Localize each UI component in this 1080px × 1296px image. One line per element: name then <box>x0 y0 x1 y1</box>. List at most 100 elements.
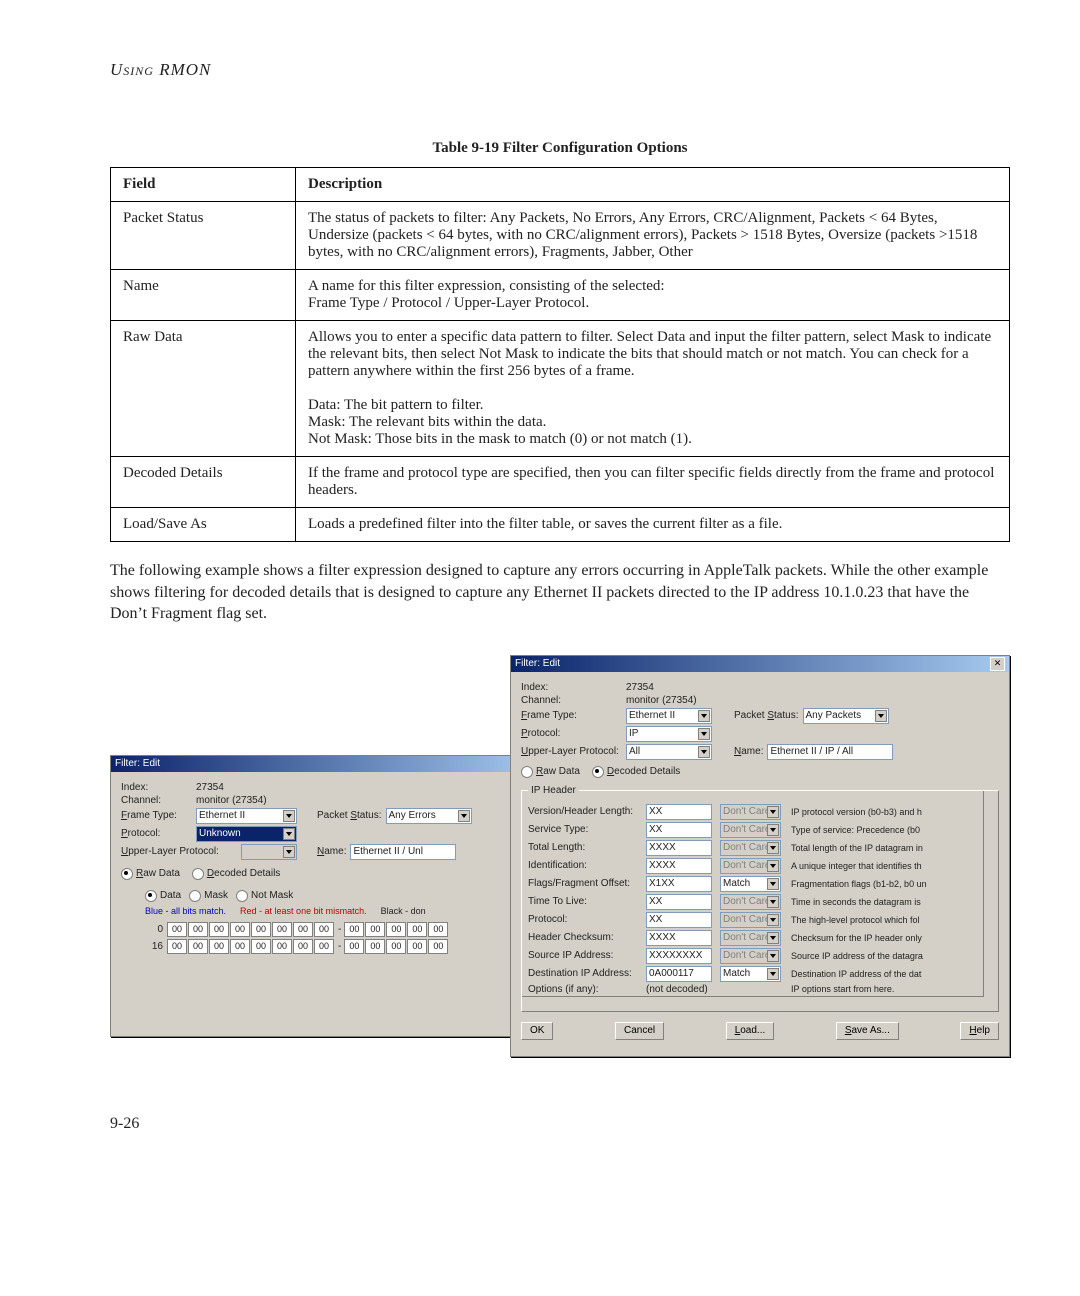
ip-field-value[interactable]: XX <box>646 804 712 820</box>
ip-header-row: Total Length:XXXXDon't CareTotal length … <box>528 840 992 856</box>
ip-field-value[interactable]: X1XX <box>646 876 712 892</box>
ok-button[interactable]: OK <box>521 1022 553 1040</box>
table-row: Decoded DetailsIf the frame and protocol… <box>111 457 1010 508</box>
decoded-radio[interactable] <box>192 868 204 880</box>
rawdata-radio[interactable] <box>121 868 133 880</box>
ip-field-desc: A unique integer that identifies th <box>791 861 922 871</box>
hex-cell[interactable]: 00 <box>293 922 313 937</box>
upper-protocol-combo[interactable] <box>241 844 297 860</box>
protocol-combo[interactable]: Unknown <box>196 826 297 842</box>
ip-header-row: Version/Header Length:XXDon't CareIP pro… <box>528 804 992 820</box>
ip-field-value[interactable]: XXXX <box>646 858 712 874</box>
ip-field-label: Destination IP Address: <box>528 968 646 979</box>
hex-cell[interactable]: 00 <box>167 922 187 937</box>
notmask-radio[interactable] <box>236 890 248 902</box>
ip-header-row: Identification:XXXXDon't CareA unique in… <box>528 858 992 874</box>
hex-cell[interactable]: 00 <box>167 939 187 954</box>
hex-cell[interactable]: 00 <box>209 939 229 954</box>
legend-blue: Blue - all bits match. <box>145 906 226 916</box>
ip-field-value[interactable]: XXXX <box>646 930 712 946</box>
ip-field-value[interactable]: XXXXXXXX <box>646 948 712 964</box>
ip-header-row: Destination IP Address:0A000117MatchDest… <box>528 966 992 982</box>
hex-cell[interactable]: 00 <box>386 922 406 937</box>
ip-field-value[interactable]: 0A000117 <box>646 966 712 982</box>
hex-cell[interactable]: 00 <box>230 922 250 937</box>
hex-cell[interactable]: 00 <box>407 939 427 954</box>
ip-header-row: Time To Live:XXDon't CareTime in seconds… <box>528 894 992 910</box>
ip-mode-combo: Don't Care <box>720 930 781 946</box>
table-row: Packet StatusThe status of packets to fi… <box>111 202 1010 270</box>
ip-field-value[interactable]: XX <box>646 894 712 910</box>
ip-field-label: Total Length: <box>528 842 646 853</box>
table-row: NameA name for this filter expression, c… <box>111 270 1010 321</box>
hex-cell[interactable]: 00 <box>272 922 292 937</box>
decoded-radio[interactable] <box>592 766 604 778</box>
hex-cell[interactable]: 00 <box>344 939 364 954</box>
ip-field-desc: Source IP address of the datagra <box>791 951 923 961</box>
hex-cell[interactable]: 00 <box>428 939 448 954</box>
hex-cell[interactable]: 00 <box>230 939 250 954</box>
ip-header-row: Protocol:XXDon't CareThe high-level prot… <box>528 912 992 928</box>
hex-cell[interactable]: 00 <box>386 939 406 954</box>
ip-field-value[interactable]: XXXX <box>646 840 712 856</box>
table-row: Load/Save AsLoads a predefined filter in… <box>111 508 1010 542</box>
frame-type-combo[interactable]: Ethernet II <box>196 808 297 824</box>
titlebar[interactable]: Filter: Edit ✕ <box>511 656 1009 672</box>
name-field[interactable]: Ethernet II / IP / All <box>767 744 893 760</box>
load-button[interactable]: Load... <box>726 1022 775 1040</box>
packet-status-combo[interactable]: Any Errors <box>386 808 472 824</box>
cell-field: Packet Status <box>111 202 296 270</box>
scrollbar-horizontal[interactable] <box>522 996 984 1011</box>
ip-header-row: Header Checksum:XXXXDon't CareChecksum f… <box>528 930 992 946</box>
hex-cell[interactable]: 00 <box>188 922 208 937</box>
ip-field-desc: IP options start from here. <box>791 984 894 994</box>
hex-cell[interactable]: 00 <box>365 922 385 937</box>
upper-protocol-combo[interactable]: All <box>626 744 712 760</box>
ip-mode-combo: Don't Care <box>720 858 781 874</box>
cell-desc: Allows you to enter a specific data patt… <box>296 321 1010 457</box>
hex-cell[interactable]: 00 <box>314 939 334 954</box>
close-icon[interactable]: ✕ <box>990 657 1005 671</box>
cell-field: Load/Save As <box>111 508 296 542</box>
rawdata-radio[interactable] <box>521 766 533 778</box>
name-label: Name: <box>317 846 346 857</box>
col-desc: Description <box>296 168 1010 202</box>
hex-cell[interactable]: 00 <box>188 939 208 954</box>
scrollbar-vertical[interactable] <box>983 791 998 997</box>
ip-header-row: Options (if any):(not decoded)IP options… <box>528 984 992 995</box>
saveas-button[interactable]: Save As... <box>836 1022 899 1040</box>
ip-field-value[interactable]: XX <box>646 912 712 928</box>
ip-header-row: Source IP Address:XXXXXXXXDon't CareSour… <box>528 948 992 964</box>
hex-cell[interactable]: 00 <box>314 922 334 937</box>
cell-field: Decoded Details <box>111 457 296 508</box>
ip-field-desc: Checksum for the IP header only <box>791 933 922 943</box>
ip-mode-combo[interactable]: Match <box>720 966 781 982</box>
ip-mode-combo[interactable]: Match <box>720 876 781 892</box>
help-button[interactable]: Help <box>960 1022 999 1040</box>
name-field[interactable]: Ethernet II / Unl <box>350 844 456 860</box>
hex-cell[interactable]: 00 <box>293 939 313 954</box>
mask-radio[interactable] <box>189 890 201 902</box>
protocol-combo[interactable]: IP <box>626 726 712 742</box>
hex-cell[interactable]: 00 <box>407 922 427 937</box>
channel-label: Channel: <box>521 695 626 706</box>
frame-type-label: Frame Type: <box>521 710 626 721</box>
packet-status-combo[interactable]: Any Packets <box>803 708 889 724</box>
cancel-button[interactable]: Cancel <box>615 1022 664 1040</box>
hex-cell[interactable]: 00 <box>209 922 229 937</box>
legend-red: Red - at least one bit mismatch. <box>240 906 367 916</box>
hex-cell[interactable]: 00 <box>251 922 271 937</box>
ip-field-value: (not decoded) <box>646 984 716 995</box>
hex-cell[interactable]: 00 <box>251 939 271 954</box>
hex-cell[interactable]: 00 <box>272 939 292 954</box>
ip-field-value[interactable]: XX <box>646 822 712 838</box>
titlebar[interactable]: Filter: Edit ✕ <box>111 756 541 772</box>
hex-cell[interactable]: 00 <box>428 922 448 937</box>
ip-mode-combo: Don't Care <box>720 840 781 856</box>
hex-cell[interactable]: 00 <box>344 922 364 937</box>
frame-type-combo[interactable]: Ethernet II <box>626 708 712 724</box>
hex-cell[interactable]: 00 <box>365 939 385 954</box>
packet-status-label: Packet Status: <box>317 810 382 821</box>
data-radio[interactable] <box>145 890 157 902</box>
ip-field-label: Version/Header Length: <box>528 806 646 817</box>
